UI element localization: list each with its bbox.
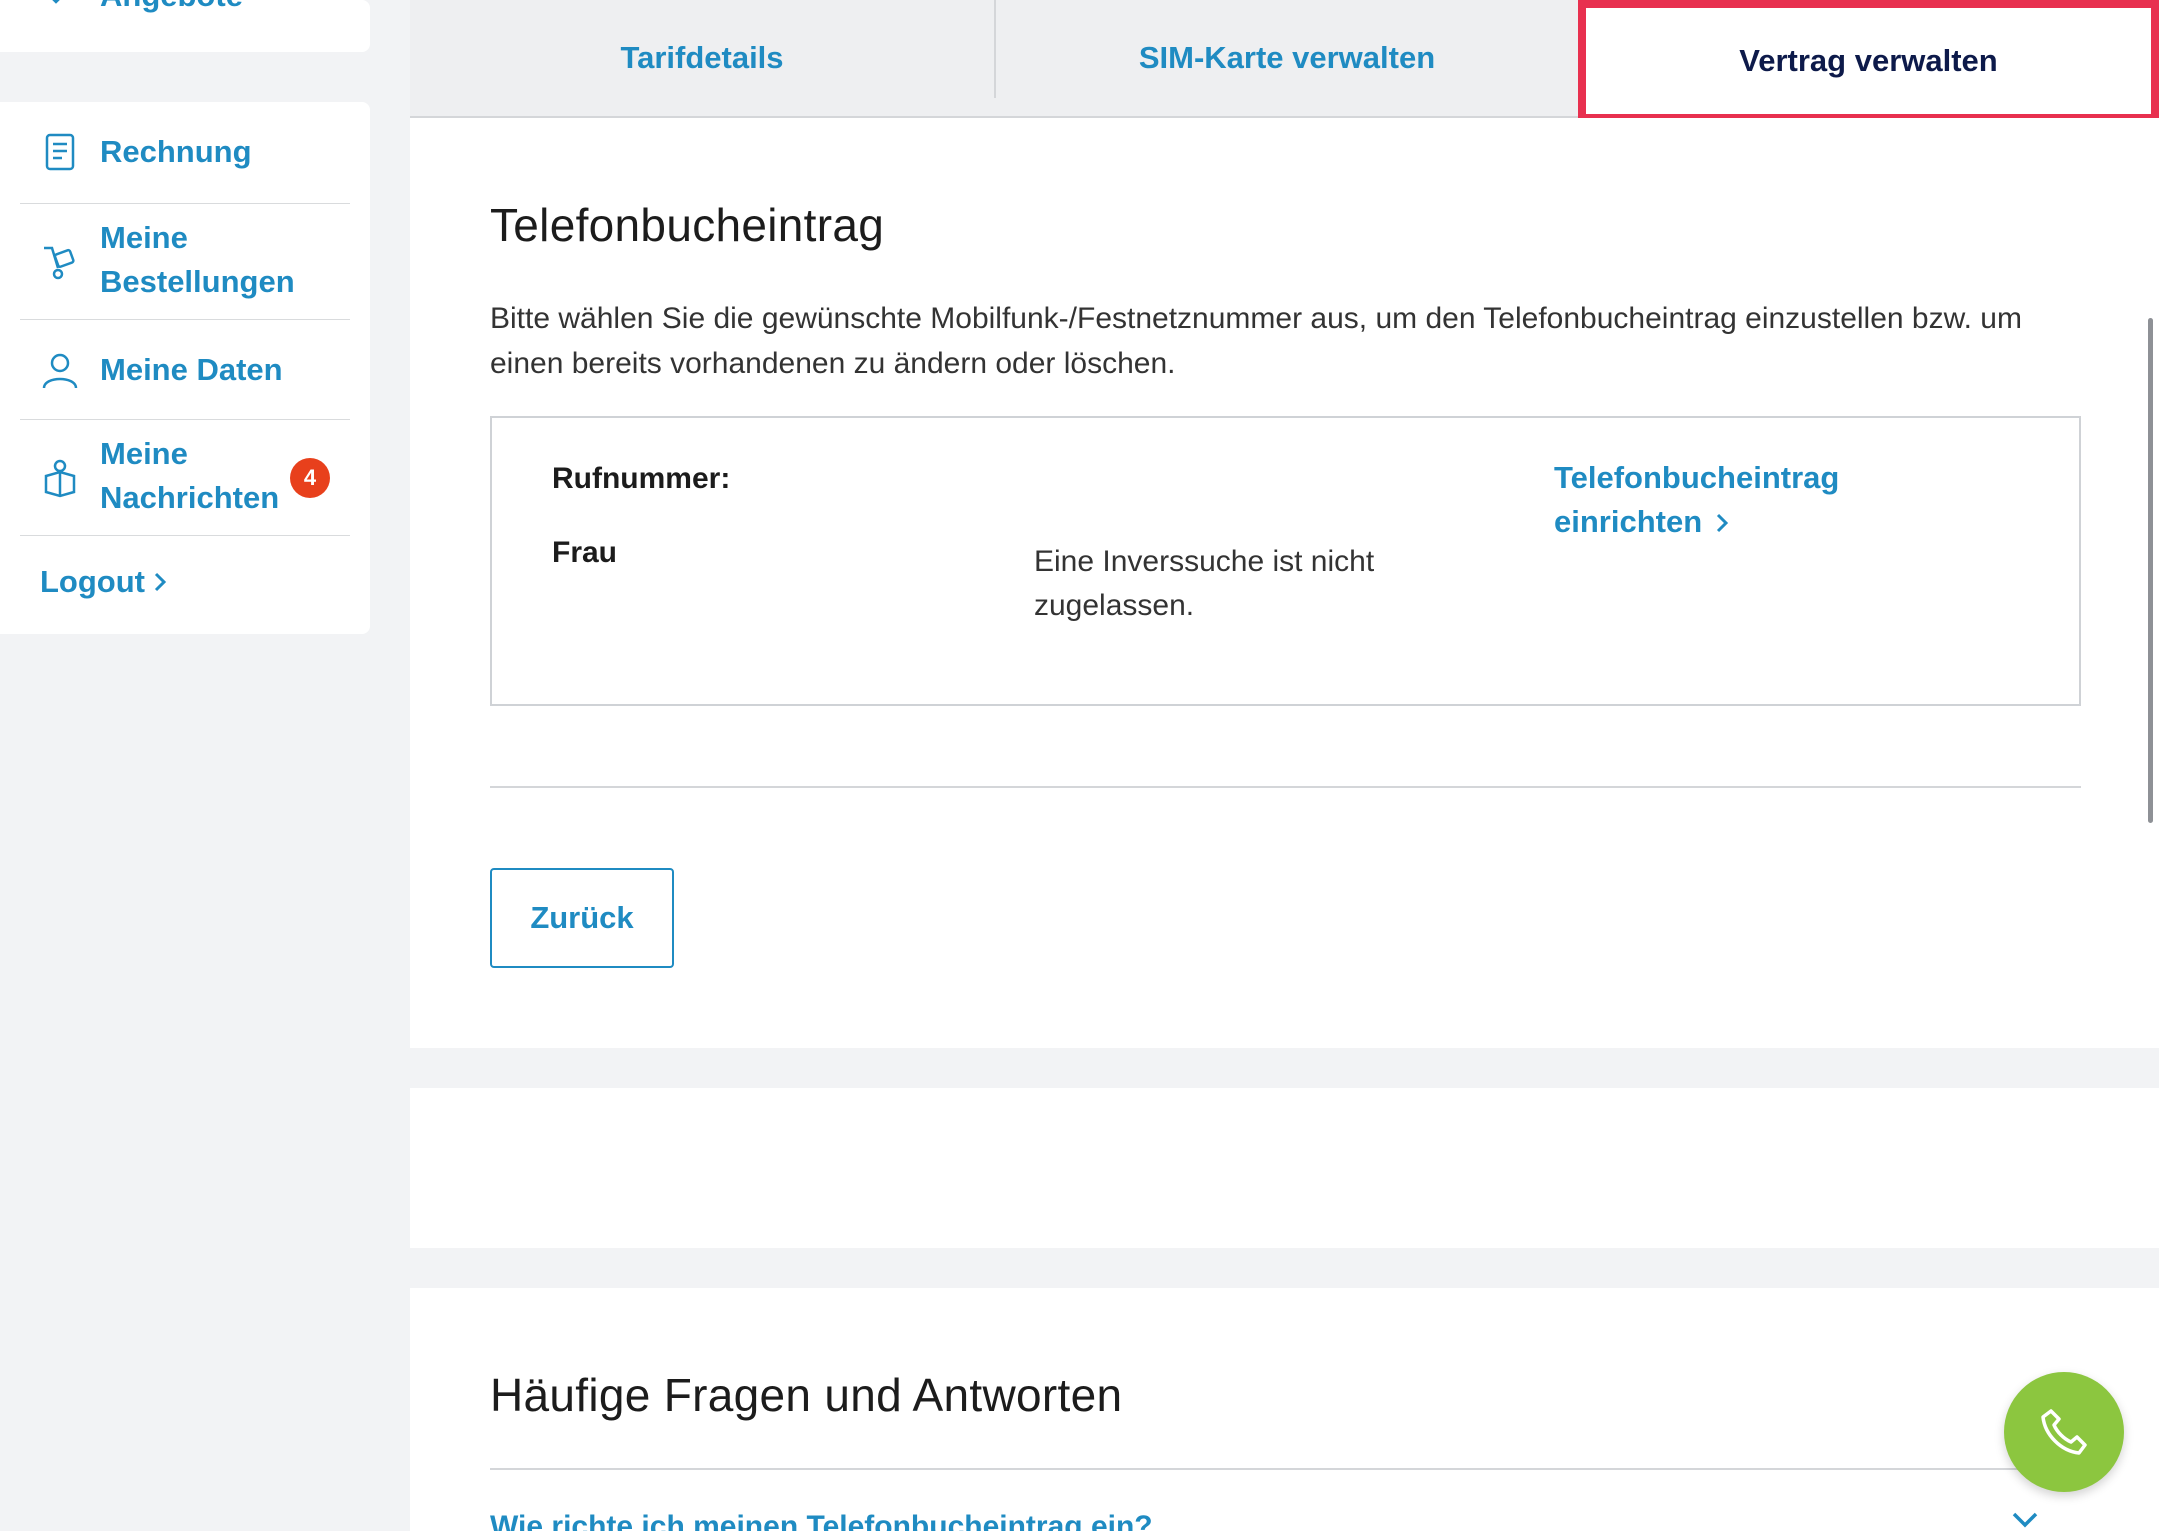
- tab-bar: Tarifdetails SIM-Karte verwalten Vertrag…: [410, 0, 2159, 122]
- chevron-down-icon[interactable]: [2010, 1510, 2040, 1530]
- tab-sim-karte[interactable]: SIM-Karte verwalten: [996, 0, 1578, 116]
- faq-panel: Häufige Fragen und Antworten Wie richte …: [410, 1288, 2159, 1531]
- chevron-right-icon: [1716, 513, 1728, 533]
- call-button[interactable]: [2004, 1372, 2124, 1492]
- sidebar-item-daten[interactable]: Meine Daten: [20, 320, 350, 420]
- chevron-right-icon: [154, 572, 167, 592]
- sidebar-item-label: Meine Daten: [100, 352, 283, 387]
- tab-label: SIM-Karte verwalten: [1138, 40, 1436, 75]
- logout-link[interactable]: Logout: [40, 564, 167, 600]
- scrollbar-thumb[interactable]: [2148, 318, 2153, 823]
- intro-text: Bitte wählen Sie die gewünschte Mobilfun…: [490, 302, 2022, 380]
- logout-label: Logout: [40, 564, 146, 599]
- phone-icon: [2041, 1409, 2087, 1455]
- messages-icon: [44, 459, 76, 498]
- section-divider: [490, 786, 2081, 788]
- entry-name: Frau: [552, 536, 618, 569]
- tab-label: Tarifdetails: [620, 40, 784, 75]
- unread-badge: 4: [290, 458, 330, 498]
- tab-vertrag-verwalten[interactable]: Vertrag verwalten: [1578, 0, 2159, 122]
- hand-truck-icon: [44, 246, 75, 280]
- user-icon: [42, 353, 78, 389]
- empty-panel: [410, 1088, 2159, 1248]
- sidebar-item-label: Rechnung: [100, 134, 252, 169]
- inverse-search-note: Eine Inverssuche ist nicht zugelassen.: [1034, 545, 1375, 622]
- tag-icon: [52, 0, 60, 4]
- setup-phonebook-label: Telefonbucheintrag einrichten: [1554, 460, 1840, 539]
- invoice-icon: [45, 133, 75, 171]
- sidebar-item-angebote[interactable]: Angebote: [0, 0, 370, 44]
- faq-title: Häufige Fragen und Antworten: [490, 1369, 1123, 1421]
- sidebar-item-label: Angebote: [100, 0, 243, 14]
- faq-question[interactable]: Wie richte ich meinen Telefonbucheintrag…: [490, 1510, 1153, 1531]
- sidebar-item-rechnung[interactable]: Rechnung: [20, 102, 350, 204]
- sidebar-item-label: Meine Bestellungen: [100, 220, 295, 299]
- page-title: Telefonbucheintrag: [490, 199, 885, 251]
- faq-divider: [490, 1468, 2081, 1470]
- tab-label: Vertrag verwalten: [1739, 43, 1998, 78]
- setup-phonebook-link[interactable]: Telefonbucheintrag einrichten: [1554, 456, 1954, 544]
- sidebar-item-label: Meine Nachrichten: [100, 436, 280, 515]
- phonebook-entry-card: Rufnummer: Frau Eine Inverssuche ist nic…: [490, 416, 2081, 706]
- number-label: Rufnummer:: [552, 462, 731, 495]
- sidebar-item-bestellungen[interactable]: Meine Bestellungen: [20, 204, 350, 320]
- sidebar-nav: Rechnung Meine Bestellungen Meine Daten …: [0, 102, 370, 634]
- back-button[interactable]: Zurück: [490, 868, 674, 968]
- phonebook-panel: Telefonbucheintrag Bitte wählen Sie die …: [410, 118, 2159, 1048]
- sidebar-top-card: Angebote: [0, 0, 370, 52]
- tab-tarifdetails[interactable]: Tarifdetails: [410, 0, 994, 116]
- sidebar-item-nachrichten[interactable]: Meine Nachrichten 4: [20, 420, 350, 536]
